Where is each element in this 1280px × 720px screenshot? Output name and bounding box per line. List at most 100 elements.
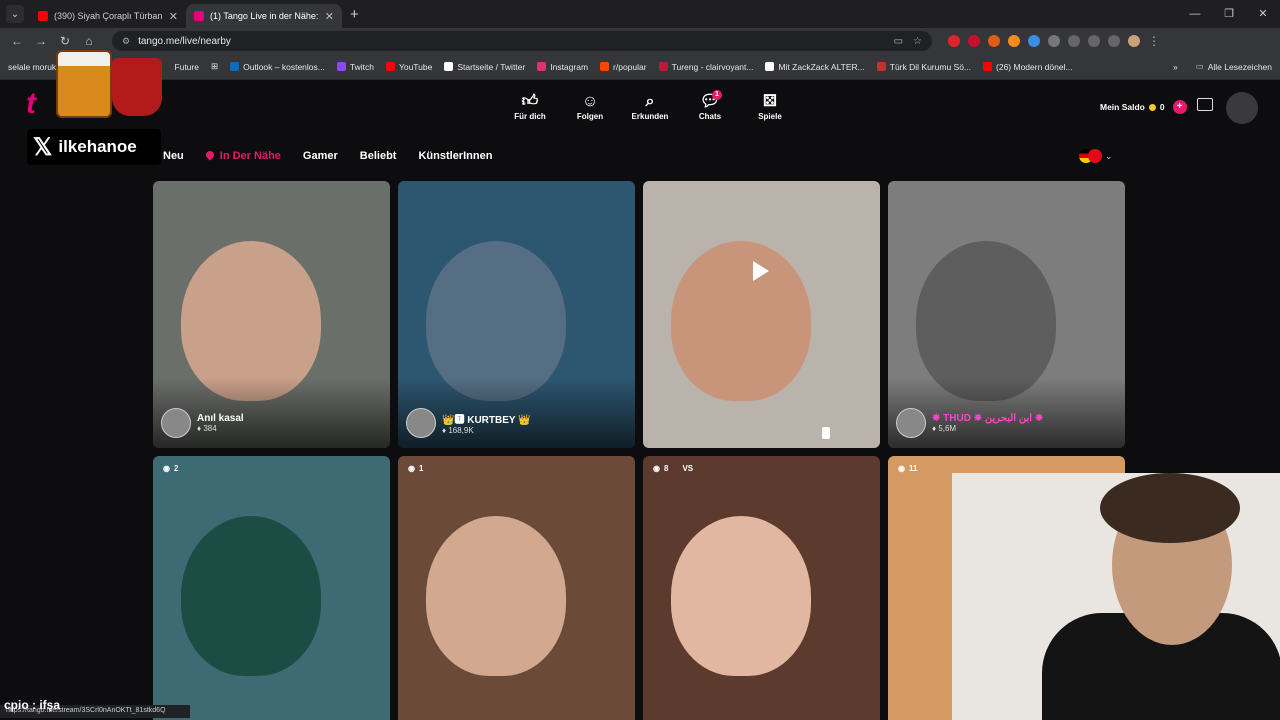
stream-tile[interactable]: Anıl kasal ♦ 384 [153,181,390,448]
tab-gamer[interactable]: Gamer [303,150,338,162]
extension-icon[interactable] [968,35,980,47]
notification-badge: 1 [712,90,722,100]
bookmark[interactable]: Türk Dil Kurumu Sö... [876,62,971,72]
sidebar-icon[interactable] [1068,35,1080,47]
stream-preview [426,241,566,401]
search-icon: ⌕ [645,93,655,110]
profile-card-icon[interactable] [1197,98,1213,111]
x-logo-icon: 𝕏 [33,133,53,161]
browser-tab-strip: ⌄ (390) Siyah Çoraplı Türbanlı M... ✕ (1… [0,0,1280,28]
viewer-count: ◉ 11 [898,464,918,473]
puzzle-icon[interactable] [1048,35,1060,47]
media-icon[interactable] [1108,35,1120,47]
close-window-button[interactable]: ✕ [1246,0,1280,28]
add-coins-button[interactable]: + [1172,100,1187,114]
stream-tile[interactable] [643,181,880,448]
download-icon[interactable] [1088,35,1100,47]
language-selector[interactable]: ⌄ [1079,149,1113,163]
eye-icon: ◉ [898,464,905,473]
bookmark[interactable]: Mit ZackZack ALTER... [765,62,865,72]
reload-button[interactable]: ↻ [54,34,76,48]
tab-search-icon[interactable]: ⌄ [6,5,24,23]
avatar [896,408,926,438]
bookmarks-bar: selale moruk ki idee Future ⊞ Outlook – … [0,54,1280,80]
chevron-down-icon: ⌄ [1105,150,1113,161]
top-navigation: 👍︎ Für dich ☺ Folgen ⌕ Erkunden 💬︎ 1 Chats ⚄ S… [510,90,790,121]
stream-tile[interactable]: 👑🆃 KURTBEY 👑 ♦ 168,9K [398,181,635,448]
bookmark[interactable]: Future [174,62,199,72]
cast-icon[interactable]: ▭ [894,36,903,47]
nav-chats[interactable]: 💬︎ 1 Chats [690,90,730,121]
stream-preview [671,516,811,676]
bookmark[interactable]: (26) Modern dönel... [983,62,1073,72]
category-tabs: Neu In Der Nähe Gamer Beliebt KünstlerIn… [163,149,492,162]
bookmark-star-icon[interactable]: ☆ [913,36,922,47]
location-pin-icon [204,149,216,161]
nav-fuer-dich[interactable]: 👍︎ Für dich [510,92,550,121]
browser-tab-youtube[interactable]: (390) Siyah Çoraplı Türbanlı M... ✕ [30,4,186,28]
browser-tab-tango[interactable]: (1) Tango Live in der Nähe: Spr... ✕ [186,4,342,28]
tab-in-der-naehe[interactable]: In Der Nähe [204,149,281,162]
profile-avatar[interactable] [1128,35,1140,47]
play-icon[interactable] [753,261,769,281]
coin-icon [1148,103,1156,111]
host-info: ✵ THUD ✵ ابن البحرين ✵ ♦ 5,6M [896,408,1043,438]
streamer-brand-overlay: 𝕏 ilkehanoe [27,129,161,165]
window-controls: — ❐ ✕ [1178,0,1280,28]
beer-mug-sticker [56,50,112,118]
stream-preview [426,516,566,676]
extension-icon[interactable] [988,35,1000,47]
stream-preview [181,241,321,401]
bookmark[interactable]: Instagram [537,62,588,72]
balance[interactable]: Mein Saldo 0 + [1100,100,1187,114]
youtube-icon [38,11,48,21]
tab-beliebt[interactable]: Beliebt [360,150,397,162]
tab-kuenstlerinnen[interactable]: KünstlerInnen [418,150,492,162]
stream-tile[interactable]: ◉ 2 [153,456,390,720]
bookmark[interactable]: Twitch [336,62,374,72]
minimize-button[interactable]: — [1178,0,1212,28]
stream-tile[interactable]: ◉ 1 [398,456,635,720]
nav-folgen[interactable]: ☺ Folgen [570,92,610,121]
stream-tile[interactable]: ✵ THUD ✵ ابن البحرين ✵ ♦ 5,6M [888,181,1125,448]
forward-button[interactable]: → [30,34,52,48]
extension-icon[interactable] [1008,35,1020,47]
extension-icon[interactable] [948,35,960,47]
home-button[interactable]: ⌂ [78,34,100,48]
all-bookmarks-folder[interactable]: ▭ Alle Lesezeichen [1196,61,1272,72]
bookmark[interactable]: Outlook – kostenlos... [230,62,325,72]
stream-preview [916,241,1056,401]
close-icon[interactable]: ✕ [325,10,334,23]
bookmark[interactable]: Tureng - clairvoyant... [658,62,753,72]
eye-icon: ◉ [408,464,415,473]
new-tab-button[interactable]: + [350,6,359,23]
turkish-tea-sticker [112,58,162,116]
viewer-count: ◉ 2 [163,464,179,473]
menu-icon[interactable]: ⋮ [1148,34,1160,48]
apps-icon[interactable]: ⊞ [211,61,218,72]
avatar [161,408,191,438]
more-bookmarks-icon[interactable]: » [1173,62,1178,72]
diamond-count: ♦ 168,9K [442,426,474,435]
close-icon[interactable]: ✕ [169,10,178,23]
diamond-count: ♦ 5,6M [932,424,957,433]
extension-icon[interactable] [1028,35,1040,47]
address-bar[interactable]: ⚙ tango.me/live/nearby ▭ ☆ [112,31,932,51]
nav-erkunden[interactable]: ⌕ Erkunden [630,92,670,121]
viewer-count: ◉ 1 [408,464,424,473]
tango-logo[interactable]: t [26,89,50,119]
bookmark[interactable]: selale moruk [8,62,56,72]
tab-title: (1) Tango Live in der Nähe: Spr... [210,11,319,21]
back-button[interactable]: ← [6,34,28,48]
bookmark[interactable]: YouTube [385,62,432,72]
site-info-icon[interactable]: ⚙ [122,36,130,47]
nav-spiele[interactable]: ⚄ Spiele [750,92,790,121]
bookmark[interactable]: Startseite / Twitter [444,62,525,72]
tab-neu[interactable]: Neu [163,150,184,162]
bookmark[interactable]: r/popular [600,62,647,72]
stream-tile[interactable]: ◉ 8 VS [643,456,880,720]
versus-label: VS [682,464,694,473]
avatar[interactable] [1226,92,1258,124]
maximize-button[interactable]: ❐ [1212,0,1246,28]
stream-preview [181,516,321,676]
